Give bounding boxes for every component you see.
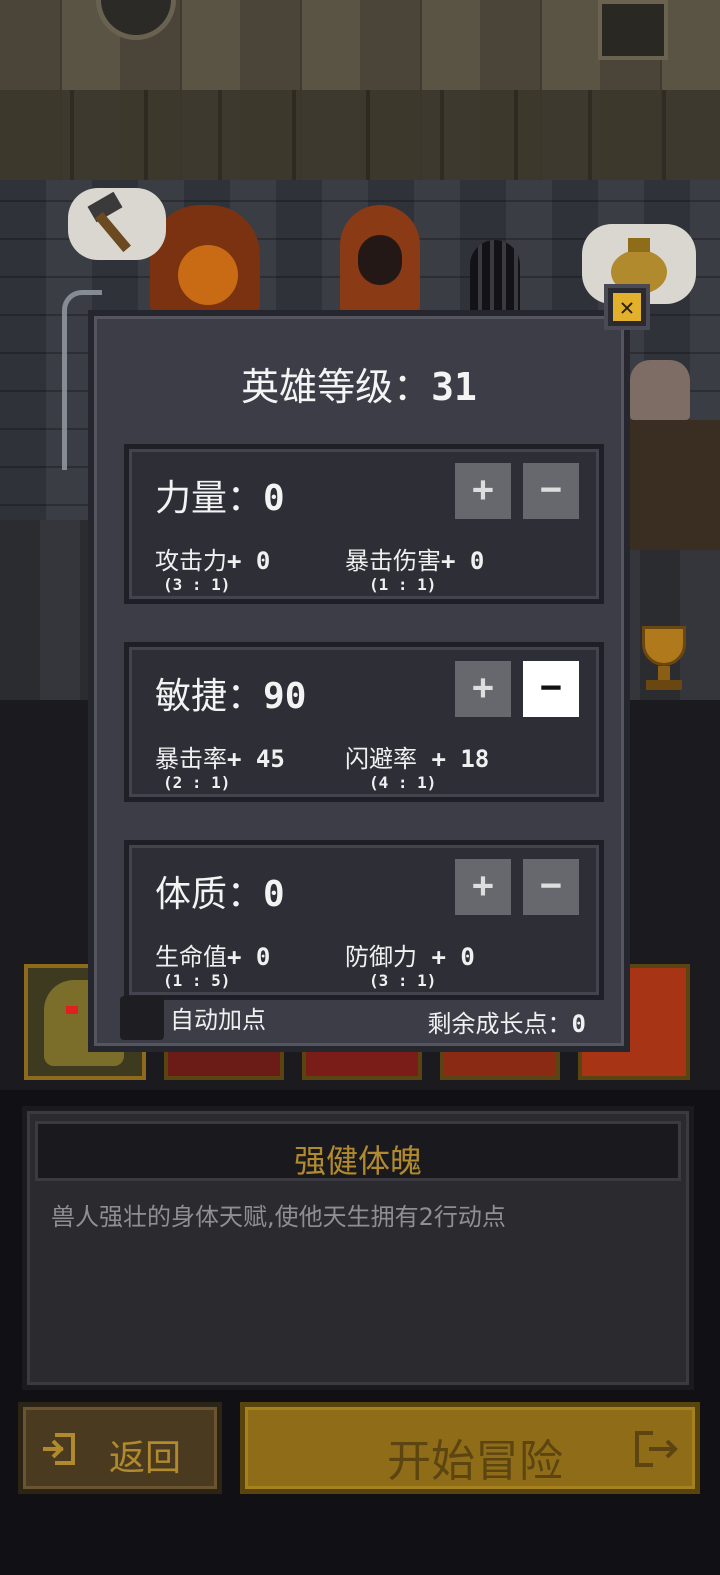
hammer-icon	[87, 191, 131, 253]
effect-hp: 生命值+ 0	[155, 937, 270, 972]
hero-level-title: 英雄等级：31	[94, 356, 624, 411]
effect-defense: 防御力 + 0	[345, 937, 475, 972]
trophy-icon[interactable]	[636, 626, 692, 696]
trait-title: 强健体魄	[293, 1142, 422, 1180]
effect-label: 防御力	[345, 943, 417, 971]
effect-crit-damage: 暴击伤害+ 0	[345, 541, 484, 576]
trait-title-bar: 强健体魄	[35, 1121, 681, 1181]
stat-title: 体质：0	[155, 865, 285, 917]
effect-label: 暴击伤害	[345, 547, 441, 575]
stat-name: 敏捷：	[155, 676, 264, 717]
back-button-label: 返回	[109, 1438, 182, 1479]
strength-plus-button[interactable]: +	[455, 463, 511, 519]
top-window	[598, 0, 668, 60]
stat-value: 0	[263, 478, 285, 519]
stat-title: 力量：0	[155, 469, 285, 521]
effect-value: + 0	[227, 547, 271, 575]
hero-level-value: 31	[431, 365, 477, 409]
hammer-speech-bubble[interactable]	[68, 188, 166, 260]
effect-label: 闪避率	[345, 745, 417, 773]
ratio-label: (4 : 1)	[369, 773, 437, 792]
constitution-plus-button[interactable]: +	[455, 859, 511, 915]
agility-minus-button[interactable]: −	[523, 661, 579, 717]
remaining-points: 剩余成长点：0	[428, 1004, 586, 1039]
effect-dodge-rate: 闪避率 + 18	[345, 739, 489, 774]
trait-description: 兽人强壮的身体天赋,使他天生拥有2行动点	[51, 1203, 506, 1231]
effect-value: + 0	[227, 943, 271, 971]
strength-minus-button[interactable]: −	[523, 463, 579, 519]
blacksmith-npc[interactable]	[150, 205, 260, 315]
close-icon: ✕	[613, 293, 641, 321]
effect-crit-rate: 暴击率+ 45	[155, 739, 285, 774]
ratio-label: (2 : 1)	[163, 773, 231, 792]
trait-description-panel: 强健体魄 兽人强壮的身体天赋,使他天生拥有2行动点	[22, 1106, 694, 1390]
stat-value: 0	[263, 874, 285, 915]
ratio-label: (1 : 1)	[369, 575, 437, 594]
stat-panel-agility: 敏捷：90 + − 暴击率+ 45 闪避率 + 18 (2 : 1) (4 : …	[124, 642, 604, 802]
back-button[interactable]: 返回	[18, 1402, 222, 1494]
stat-value: 90	[263, 676, 307, 717]
constitution-minus-button[interactable]: −	[523, 859, 579, 915]
hero-level-label: 英雄等级：	[241, 365, 432, 409]
stat-panel-constitution: 体质：0 + − 生命值+ 0 防御力 + 0 (1 : 5) (3 : 1)	[124, 840, 604, 1000]
effect-value: + 0	[417, 943, 475, 971]
stat-name: 力量：	[155, 478, 264, 519]
ratio-label: (3 : 1)	[163, 575, 231, 594]
effect-value: + 45	[227, 745, 285, 773]
barred-window	[470, 240, 520, 310]
ratio-label: (1 : 5)	[163, 971, 231, 990]
effect-value: + 0	[441, 547, 485, 575]
rat-npc	[630, 360, 690, 420]
roof-shadow	[0, 90, 720, 190]
agility-plus-button[interactable]: +	[455, 661, 511, 717]
enter-door-icon	[635, 1431, 678, 1467]
start-adventure-button[interactable]: 开始冒险	[240, 1402, 700, 1494]
exit-arrow-icon	[43, 1433, 75, 1465]
effect-label: 攻击力	[155, 547, 227, 575]
ratio-label: (3 : 1)	[369, 971, 437, 990]
hero-level-modal: 英雄等级：31 力量：0 + − 攻击力+ 0 暴击伤害+ 0 (3 : 1) …	[88, 310, 630, 1052]
effect-label: 暴击率	[155, 745, 227, 773]
remaining-points-value: 0	[571, 1010, 586, 1038]
hooded-npc[interactable]	[340, 205, 420, 315]
auto-assign-label: 自动加点	[170, 1006, 266, 1034]
effect-value: + 18	[417, 745, 490, 773]
auto-assign-checkbox[interactable]	[120, 996, 164, 1040]
close-button[interactable]: ✕	[604, 284, 650, 330]
stat-title: 敏捷：90	[155, 667, 306, 719]
stat-name: 体质：	[155, 874, 264, 915]
effect-label: 生命值	[155, 943, 227, 971]
shelf	[625, 420, 720, 550]
effect-attack: 攻击力+ 0	[155, 541, 270, 576]
remaining-points-label: 剩余成长点：	[427, 1010, 572, 1038]
stat-panel-strength: 力量：0 + − 攻击力+ 0 暴击伤害+ 0 (3 : 1) (1 : 1)	[124, 444, 604, 604]
